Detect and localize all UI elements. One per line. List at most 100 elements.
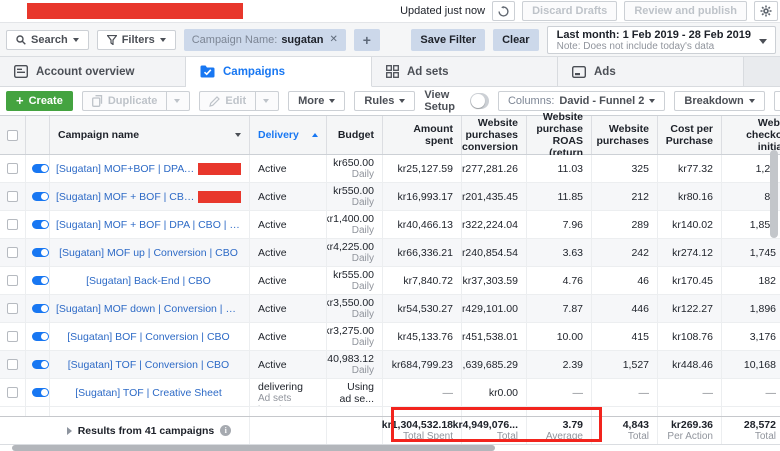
column-header-checkouts-initiated[interactable]: Website checkouts initiated xyxy=(722,116,780,154)
campaigns-folder-icon xyxy=(200,65,215,78)
checkouts-initiated-value: 3,176 xyxy=(750,331,776,343)
row-checkbox[interactable] xyxy=(7,191,18,202)
campaign-name-link[interactable]: [Sugatan] TOF | Creative Sheet xyxy=(75,387,222,399)
column-header-campaign-name[interactable]: Campaign name xyxy=(50,116,250,154)
discard-drafts-button[interactable]: Discard Drafts xyxy=(522,1,617,21)
column-header-cost-per-purchase[interactable]: Cost per Purchase xyxy=(658,116,722,154)
table-row: [Sugatan] TOF | Creative Sheet Not deliv… xyxy=(0,379,780,407)
delivery-substatus: Ad sets inactive xyxy=(258,393,318,407)
checkouts-initiated-value: 1,745 xyxy=(750,247,776,259)
column-header-delivery[interactable]: Delivery xyxy=(250,116,327,154)
purchases-conversion-value: kr322,224.04 xyxy=(462,219,518,231)
campaign-active-toggle[interactable] xyxy=(32,220,49,229)
budget-type: Daily xyxy=(352,365,374,377)
chevron-down-icon[interactable] xyxy=(263,99,269,103)
row-checkbox[interactable] xyxy=(7,387,18,398)
clear-filter-button[interactable]: Clear xyxy=(493,29,539,51)
row-checkbox[interactable] xyxy=(7,219,18,230)
campaign-active-toggle[interactable] xyxy=(32,164,49,173)
row-checkbox[interactable] xyxy=(7,331,18,342)
create-button[interactable]: + Create xyxy=(6,91,73,111)
filters-dropdown[interactable]: Filters xyxy=(97,30,176,50)
tab-ad-sets[interactable]: Ad sets xyxy=(372,57,558,86)
campaign-name-link[interactable]: [Sugatan] MOF up | Conversion | CBO xyxy=(59,247,238,259)
campaign-name-link[interactable]: [Sugatan] MOF down | Conversion | CBO xyxy=(56,303,241,315)
row-checkbox[interactable] xyxy=(7,275,18,286)
campaign-name-link[interactable]: [Sugatan] TOF | Conversion | CBO xyxy=(68,359,229,371)
campaign-name-link[interactable]: [Sugatan] BOF | Conversion | CBO xyxy=(67,331,229,343)
table-header: Campaign name Delivery Budget Amount spe… xyxy=(0,116,780,155)
row-checkbox[interactable] xyxy=(7,303,18,314)
purchases-conversion-value: kr429,101.00 xyxy=(462,303,518,315)
purchase-roas-value: 10.00 xyxy=(557,331,583,343)
campaign-name-link[interactable]: [Sugatan] MOF + BOF | CBO | DPA UGC | xyxy=(56,191,195,203)
filter-chip-campaign-name[interactable]: Campaign Name: sugatan ✕ xyxy=(184,29,346,51)
reports-button[interactable]: Reports xyxy=(774,91,780,111)
search-dropdown[interactable]: Search xyxy=(6,30,89,50)
breakdown-button[interactable]: Breakdown xyxy=(674,91,764,111)
budget-value: kr3,550.00 xyxy=(327,297,374,309)
campaign-name-link[interactable]: [Sugatan] MOF + BOF | DPA | CBO | Worldw… xyxy=(56,219,241,231)
settings-button[interactable] xyxy=(754,1,778,21)
campaign-active-toggle[interactable] xyxy=(32,388,49,397)
budget-type: Daily xyxy=(352,169,374,181)
website-purchases-value: 242 xyxy=(631,247,649,259)
row-checkbox[interactable] xyxy=(7,247,18,258)
expand-caret-icon[interactable] xyxy=(67,427,72,435)
row-checkbox[interactable] xyxy=(7,163,18,174)
top-bar: Updated just now Discard Drafts Review a… xyxy=(0,0,780,22)
horizontal-scrollbar-thumb[interactable] xyxy=(12,445,495,451)
tab-ads[interactable]: Ads xyxy=(558,57,744,86)
delivery-status: Active xyxy=(258,275,318,287)
campaign-active-toggle[interactable] xyxy=(32,248,49,257)
save-filter-button[interactable]: Save Filter xyxy=(411,29,485,51)
campaign-active-toggle[interactable] xyxy=(32,332,49,341)
purchase-roas-value: 2.39 xyxy=(563,359,583,371)
column-header-purchases-conversion[interactable]: Website purchases conversion xyxy=(462,116,527,154)
amount-spent-value: kr16,993.17 xyxy=(398,191,453,203)
budget-value: kr4,225.00 xyxy=(327,241,374,253)
amount-spent-value: kr7,840.72 xyxy=(403,275,453,287)
chevron-down-icon[interactable] xyxy=(174,99,180,103)
date-range-selector[interactable]: Last month: 1 Feb 2019 - 28 Feb 2019 Not… xyxy=(547,26,776,54)
view-setup-toggle[interactable] xyxy=(470,93,489,109)
refresh-icon xyxy=(498,6,509,17)
vertical-scrollbar-thumb[interactable] xyxy=(770,150,778,238)
column-header-amount-spent[interactable]: Amount spent xyxy=(383,116,462,154)
sort-asc-icon xyxy=(312,133,318,137)
review-publish-button[interactable]: Review and publish xyxy=(624,1,747,21)
column-header-website-purchases[interactable]: Website purchases xyxy=(592,116,658,154)
tab-campaigns[interactable]: Campaigns xyxy=(186,57,372,87)
cost-per-purchase-value: kr108.76 xyxy=(672,331,713,343)
campaign-active-toggle[interactable] xyxy=(32,304,49,313)
chip-remove-icon[interactable]: ✕ xyxy=(330,34,338,45)
campaign-name-link[interactable]: [Sugatan] MOF+BOF | DPA Studio | CBO | xyxy=(56,163,195,175)
campaign-active-toggle[interactable] xyxy=(32,192,49,201)
delivery-status: Active xyxy=(258,219,318,231)
tab-account-overview[interactable]: Account overview xyxy=(0,57,186,86)
more-button[interactable]: More xyxy=(288,91,345,111)
add-filter-button[interactable]: + xyxy=(354,29,380,51)
column-header-budget[interactable]: Budget xyxy=(327,116,383,154)
columns-button[interactable]: Columns: David - Funnel 2 xyxy=(498,91,665,111)
results-summary[interactable]: Results from 41 campaigns i xyxy=(0,417,250,444)
purchase-roas-value: — xyxy=(573,387,584,399)
campaign-name-link[interactable]: [Sugatan] Back-End | CBO xyxy=(86,275,211,287)
select-all-checkbox[interactable] xyxy=(7,130,18,141)
budget-type: Daily xyxy=(352,197,374,209)
purchase-roas-value: 7.96 xyxy=(563,219,583,231)
row-checkbox[interactable] xyxy=(7,359,18,370)
edit-button[interactable]: Edit xyxy=(199,91,279,111)
refresh-button[interactable] xyxy=(492,1,515,21)
campaign-active-toggle[interactable] xyxy=(32,276,49,285)
cost-per-purchase-value: kr170.45 xyxy=(672,275,713,287)
column-header-purchase-roas[interactable]: Website purchase ROAS (return xyxy=(527,116,592,154)
info-icon[interactable]: i xyxy=(220,425,231,436)
rules-button[interactable]: Rules xyxy=(354,91,415,111)
purchases-conversion-value: kr0.00 xyxy=(489,387,518,399)
duplicate-button[interactable]: Duplicate xyxy=(82,91,191,111)
website-purchases-value: 46 xyxy=(637,275,649,287)
purchases-conversion-value: kr1,639,685.29 xyxy=(462,359,518,371)
redaction-account-name xyxy=(27,3,243,19)
campaign-active-toggle[interactable] xyxy=(32,360,49,369)
